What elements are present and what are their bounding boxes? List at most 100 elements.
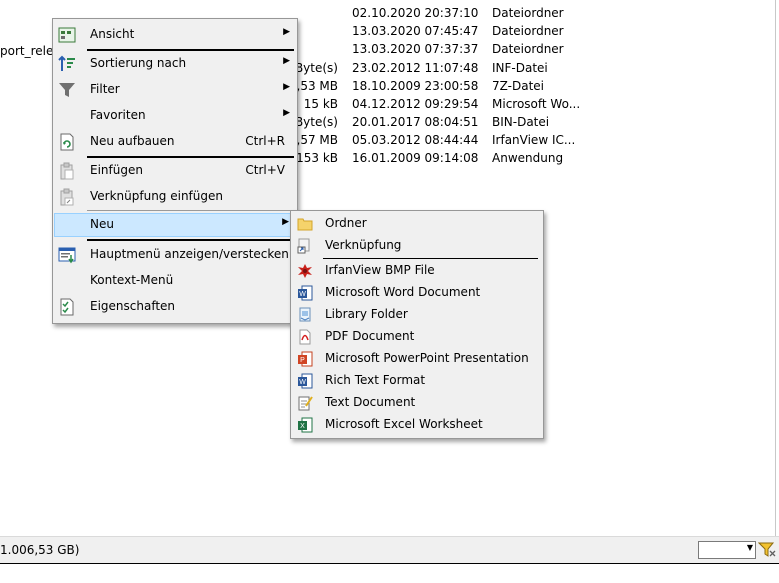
submenu-item-word[interactable]: W Microsoft Word Document bbox=[292, 282, 542, 304]
menu-item-label: Ansicht bbox=[90, 27, 135, 41]
submenu-item-label: Library Folder bbox=[325, 307, 408, 321]
file-date: 23.02.2012 11:07:48 bbox=[352, 61, 479, 75]
filter-combo[interactable]: ▼ bbox=[698, 541, 756, 559]
file-date: 13.03.2020 07:37:37 bbox=[352, 42, 479, 56]
paste-icon bbox=[58, 162, 76, 180]
bottom-bar bbox=[0, 563, 779, 583]
text-document-icon bbox=[297, 395, 313, 411]
file-type: BIN-Datei bbox=[492, 115, 550, 129]
file-type: Microsoft Wo... bbox=[492, 97, 581, 111]
refresh-icon bbox=[58, 133, 76, 151]
submenu-arrow-icon: ▶ bbox=[283, 108, 290, 118]
menu-toggle-icon bbox=[58, 246, 76, 264]
submenu-item-library-folder[interactable]: Library Folder bbox=[292, 304, 542, 326]
submenu-item-label: Ordner bbox=[325, 216, 367, 230]
status-bar: 1.006,53 GB) ▼ bbox=[0, 536, 779, 563]
context-menu: Ansicht ▶ Sortierung nach ▶ Filter ▶ Fav… bbox=[52, 18, 298, 324]
file-type: Dateiordner bbox=[492, 6, 564, 20]
menu-item-label: Einfügen bbox=[90, 163, 143, 177]
shortcut-icon bbox=[297, 238, 313, 254]
menu-item-ansicht[interactable]: Ansicht ▶ bbox=[54, 23, 296, 47]
submenu-item-label: Verknüpfung bbox=[325, 238, 402, 252]
vertical-divider bbox=[775, 0, 776, 536]
powerpoint-icon: P bbox=[297, 351, 313, 367]
filter-icon bbox=[58, 81, 76, 99]
filter-funnel-icon[interactable] bbox=[758, 541, 776, 559]
submenu-item-label: Microsoft Word Document bbox=[325, 285, 481, 299]
submenu-arrow-icon: ▶ bbox=[283, 82, 290, 92]
file-type: INF-Datei bbox=[492, 61, 548, 75]
menu-item-neu-aufbauen[interactable]: Neu aufbauen Ctrl+R bbox=[54, 130, 296, 154]
folder-icon bbox=[297, 216, 313, 232]
new-submenu: Ordner Verknüpfung IrfanView BMP File W … bbox=[290, 210, 544, 439]
menu-item-verknuepfung-einfuegen[interactable]: Verknüpfung einfügen bbox=[54, 185, 296, 209]
menu-separator bbox=[87, 49, 294, 51]
submenu-item-powerpoint[interactable]: P Microsoft PowerPoint Presentation bbox=[292, 348, 542, 370]
file-type: Dateiordner bbox=[492, 24, 564, 38]
file-type: Anwendung bbox=[492, 151, 564, 165]
menu-shortcut: Ctrl+V bbox=[245, 163, 285, 177]
submenu-item-text-document[interactable]: Text Document bbox=[292, 392, 542, 414]
menu-separator bbox=[323, 258, 538, 259]
properties-icon bbox=[58, 298, 76, 316]
file-date: 16.01.2009 09:14:08 bbox=[352, 151, 479, 165]
menu-item-neu[interactable]: Neu ▶ bbox=[54, 213, 296, 237]
irfanview-icon bbox=[297, 263, 313, 279]
pdf-icon bbox=[297, 329, 313, 345]
view-icon bbox=[58, 26, 76, 44]
chevron-down-icon[interactable]: ▼ bbox=[747, 543, 753, 552]
menu-item-label: Kontext-Menü bbox=[90, 273, 174, 287]
menu-item-label: Neu bbox=[90, 217, 114, 231]
menu-item-favoriten[interactable]: Favoriten ▶ bbox=[54, 104, 296, 128]
status-text: 1.006,53 GB) bbox=[0, 543, 80, 557]
menu-item-label: Verknüpfung einfügen bbox=[90, 189, 223, 203]
sort-icon bbox=[58, 55, 76, 73]
menu-item-label: Neu aufbauen bbox=[90, 134, 175, 148]
submenu-item-label: Text Document bbox=[325, 395, 416, 409]
library-icon bbox=[297, 307, 313, 323]
file-date: 05.03.2012 08:44:44 bbox=[352, 133, 479, 147]
menu-item-eigenschaften[interactable]: Eigenschaften bbox=[54, 295, 296, 319]
word-icon: W bbox=[297, 285, 313, 301]
svg-text:P: P bbox=[300, 357, 305, 364]
svg-text:W: W bbox=[299, 379, 306, 386]
file-date: 13.03.2020 07:45:47 bbox=[352, 24, 479, 38]
file-type: Dateiordner bbox=[492, 42, 564, 56]
menu-item-label: Sortierung nach bbox=[90, 56, 187, 70]
menu-separator bbox=[87, 156, 294, 158]
svg-text:X: X bbox=[300, 423, 305, 430]
submenu-arrow-icon: ▶ bbox=[282, 217, 289, 227]
menu-item-label: Hauptmenü anzeigen/verstecken bbox=[90, 247, 289, 261]
menu-item-kontext-menue[interactable]: Kontext-Menü bbox=[54, 269, 296, 293]
menu-item-label: Favoriten bbox=[90, 108, 146, 122]
submenu-item-rich-text[interactable]: W Rich Text Format bbox=[292, 370, 542, 392]
menu-shortcut: Ctrl+R bbox=[245, 134, 285, 148]
menu-item-filter[interactable]: Filter ▶ bbox=[54, 78, 296, 102]
submenu-item-pdf[interactable]: PDF Document bbox=[292, 326, 542, 348]
submenu-item-label: IrfanView BMP File bbox=[325, 263, 435, 277]
submenu-item-irfanview-bmp[interactable]: IrfanView BMP File bbox=[292, 260, 542, 282]
file-type: 7Z-Datei bbox=[492, 79, 544, 93]
menu-item-sortierung[interactable]: Sortierung nach ▶ bbox=[54, 52, 296, 76]
paste-shortcut-icon bbox=[58, 188, 76, 206]
menu-item-hauptmenue[interactable]: Hauptmenü anzeigen/verstecken bbox=[54, 243, 296, 267]
menu-item-label: Eigenschaften bbox=[90, 299, 176, 313]
submenu-item-label: Microsoft Excel Worksheet bbox=[325, 417, 483, 431]
excel-icon: X bbox=[297, 417, 313, 433]
submenu-item-ordner[interactable]: Ordner bbox=[292, 213, 542, 235]
submenu-arrow-icon: ▶ bbox=[283, 56, 290, 66]
submenu-arrow-icon: ▶ bbox=[283, 27, 290, 37]
menu-item-einfuegen[interactable]: Einfügen Ctrl+V bbox=[54, 159, 296, 183]
menu-item-label: Filter bbox=[90, 82, 120, 96]
menu-separator bbox=[87, 239, 294, 241]
menu-separator bbox=[87, 210, 294, 211]
submenu-item-label: Microsoft PowerPoint Presentation bbox=[325, 351, 529, 365]
submenu-item-verknuepfung[interactable]: Verknüpfung bbox=[292, 235, 542, 257]
svg-text:W: W bbox=[299, 291, 306, 298]
file-date: 04.12.2012 09:29:54 bbox=[352, 97, 479, 111]
file-date: 18.10.2009 23:00:58 bbox=[352, 79, 479, 93]
submenu-item-label: PDF Document bbox=[325, 329, 415, 343]
file-type: IrfanView IC... bbox=[492, 133, 576, 147]
submenu-item-excel[interactable]: X Microsoft Excel Worksheet bbox=[292, 414, 542, 436]
rtf-icon: W bbox=[297, 373, 313, 389]
